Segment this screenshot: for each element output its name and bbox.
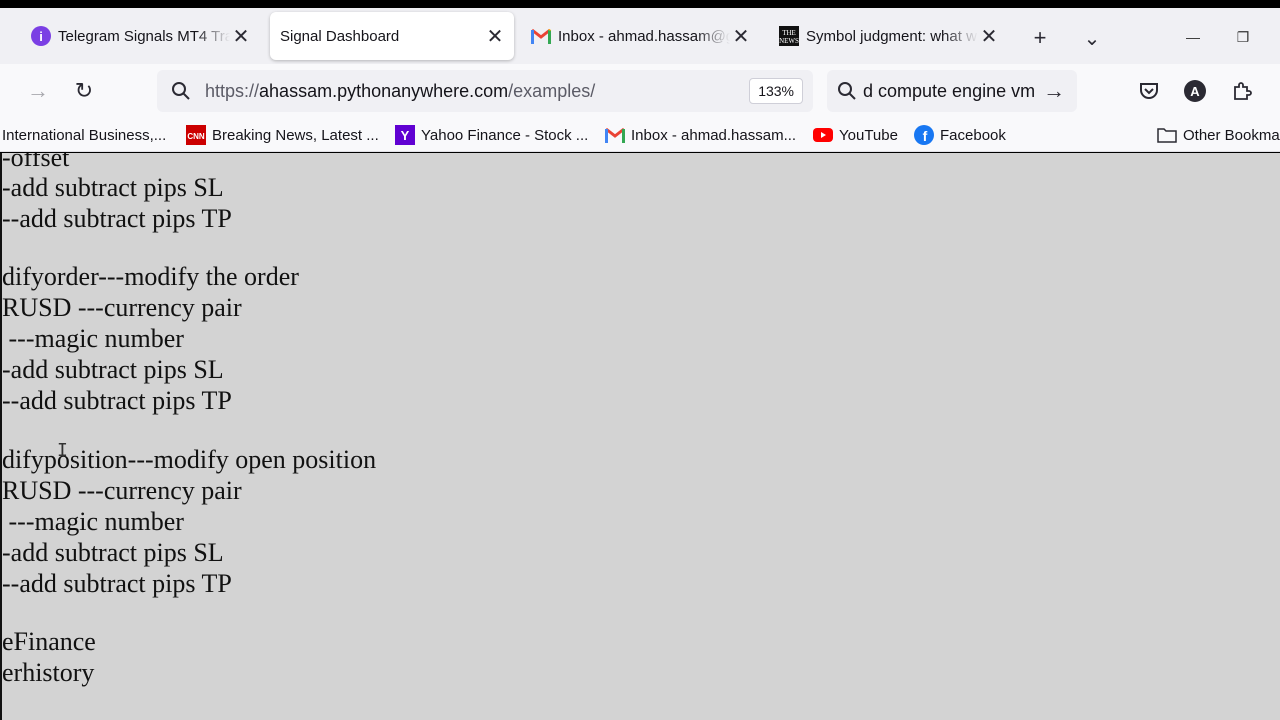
bookmark-international-business[interactable]: International Business,... xyxy=(2,123,166,147)
bookmark-label: Facebook xyxy=(940,126,1006,144)
reload-icon[interactable]: ↻ xyxy=(68,75,100,107)
bookmark-other-bookmarks[interactable]: Other Bookmarks xyxy=(1157,123,1280,147)
telegram-purple-icon: i xyxy=(30,25,52,47)
content-line: --add subtract pips TP xyxy=(2,569,232,598)
account-avatar-icon[interactable]: A xyxy=(1179,75,1211,107)
tab-telegram-signals[interactable]: i Telegram Signals MT4 Tra ✕ xyxy=(20,12,260,60)
content-line: -add subtract pips SL xyxy=(2,538,224,567)
page-content: -offset -add subtract pips SL --add subt… xyxy=(0,153,1280,720)
bookmark-label: Inbox - ahmad.hassam... xyxy=(631,126,797,144)
content-line: eFinance xyxy=(2,627,96,656)
content-line: ---magic number xyxy=(2,507,184,536)
bookmark-label: Yahoo Finance - Stock ... xyxy=(421,126,589,144)
tab-title: Signal Dashboard xyxy=(280,27,400,45)
content-line: ---magic number xyxy=(2,324,184,353)
pocket-icon[interactable] xyxy=(1133,75,1165,107)
restore-window-icon[interactable]: ❐ xyxy=(1228,22,1258,52)
search-query-text: d compute engine vm xyxy=(863,80,1036,101)
url-prefix: https:// xyxy=(205,80,260,101)
content-line: -add subtract pips SL xyxy=(2,355,224,384)
zoom-level-button[interactable]: 133% xyxy=(749,78,803,104)
content-line: -add subtract pips SL xyxy=(2,173,224,202)
content-line: difyorder---modify the order xyxy=(2,262,299,291)
tab-title: Symbol judgment: what w xyxy=(806,27,977,45)
search-icon xyxy=(837,81,857,101)
bookmark-label: Other Bookmarks xyxy=(1183,126,1280,144)
search-go-arrow-icon[interactable]: → xyxy=(1043,78,1065,104)
url-host: ahassam.pythonanywhere.com xyxy=(259,80,509,101)
close-tab-icon[interactable]: ✕ xyxy=(230,25,252,48)
content-line: -offset xyxy=(2,153,70,172)
bookmarks-toolbar: International Business,... CNN Breaking … xyxy=(0,118,1280,152)
bookmark-cnn[interactable]: CNN Breaking News, Latest ... xyxy=(186,123,379,147)
url-text: https://ahassam.pythonanywhere.com/examp… xyxy=(205,81,595,102)
bookmark-label: Breaking News, Latest ... xyxy=(212,126,379,144)
gmail-icon xyxy=(530,25,552,47)
content-line: --add subtract pips TP xyxy=(2,204,232,233)
bookmark-label: YouTube xyxy=(839,126,898,144)
tab-gmail-inbox[interactable]: Inbox - ahmad.hassam@g ✕ xyxy=(520,12,760,60)
url-path: /examples/ xyxy=(508,80,596,101)
folder-icon xyxy=(1157,125,1177,145)
bookmark-youtube[interactable]: YouTube xyxy=(813,123,898,147)
tab-title: Inbox - ahmad.hassam@g xyxy=(558,27,730,45)
search-bar[interactable]: d compute engine vm → xyxy=(827,70,1077,112)
close-tab-icon[interactable]: ✕ xyxy=(484,25,506,48)
extensions-puzzle-icon[interactable] xyxy=(1226,75,1258,107)
url-bar[interactable]: https://ahassam.pythonanywhere.com/examp… xyxy=(157,70,813,112)
account-initial: A xyxy=(1184,80,1206,102)
content-line: RUSD ---currency pair xyxy=(2,476,242,505)
tab-title: Telegram Signals MT4 Tra xyxy=(58,27,230,45)
cnn-icon: CNN xyxy=(186,125,206,145)
youtube-icon xyxy=(813,125,833,145)
close-tab-icon[interactable]: ✕ xyxy=(978,25,1000,48)
content-line: RUSD ---currency pair xyxy=(2,293,242,322)
bookmark-label: International Business,... xyxy=(2,126,167,144)
facebook-icon: f xyxy=(914,125,934,145)
the-news-icon: THE NEWS xyxy=(778,25,800,47)
content-line: erhistory xyxy=(2,658,95,687)
minimize-icon[interactable]: — xyxy=(1178,22,1208,52)
yahoo-icon: Y xyxy=(395,125,415,145)
svg-text:THE: THE xyxy=(782,29,796,37)
tab-symbol-judgment[interactable]: THE NEWS Symbol judgment: what w ✕ xyxy=(768,12,1008,60)
navigation-toolbar: → ↻ https://ahassam.pythonanywhere.com/e… xyxy=(0,64,1280,118)
svg-text:Y: Y xyxy=(401,128,410,143)
tab-signal-dashboard[interactable]: Signal Dashboard ✕ xyxy=(270,12,514,60)
close-tab-icon[interactable]: ✕ xyxy=(730,25,752,48)
svg-text:i: i xyxy=(39,29,43,44)
svg-text:NEWS: NEWS xyxy=(779,37,799,45)
new-tab-plus-icon[interactable]: + xyxy=(1024,22,1056,54)
tab-strip: i Telegram Signals MT4 Tra ✕ Signal Dash… xyxy=(0,8,1280,64)
bookmark-yahoo-finance[interactable]: Y Yahoo Finance - Stock ... xyxy=(395,123,588,147)
forward-arrow-icon[interactable]: → xyxy=(22,75,54,107)
svg-text:CNN: CNN xyxy=(187,132,205,141)
svg-text:f: f xyxy=(923,128,928,144)
gmail-icon xyxy=(605,125,625,145)
bookmark-facebook[interactable]: f Facebook xyxy=(914,123,1006,147)
tab-list-chevron-icon[interactable]: ⌄ xyxy=(1076,22,1108,54)
text-cursor-ibeam-icon: I xyxy=(57,440,68,461)
search-icon xyxy=(171,81,191,101)
bookmark-gmail-inbox[interactable]: Inbox - ahmad.hassam... xyxy=(605,123,796,147)
content-line: --add subtract pips TP xyxy=(2,386,232,415)
